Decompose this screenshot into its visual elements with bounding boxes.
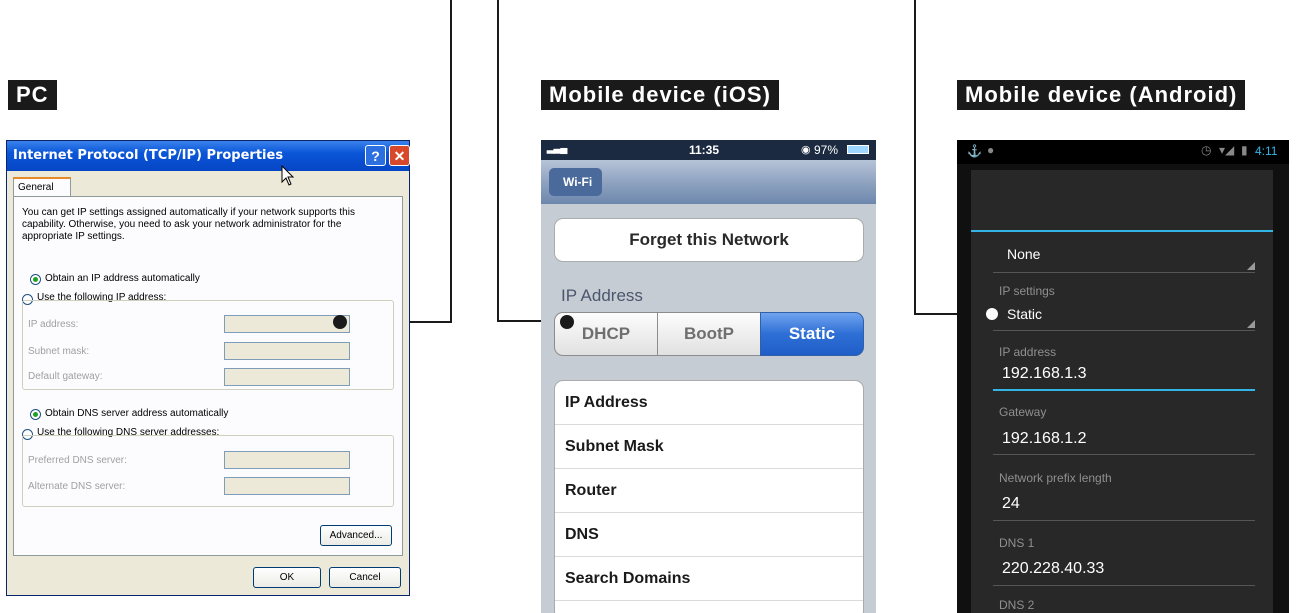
ip-address-label: IP address	[999, 345, 1057, 359]
ios-navigation-bar: Wi-Fi	[541, 160, 876, 204]
prefix-length-label: Network prefix length	[999, 471, 1112, 485]
ip-address-label: IP address:	[28, 319, 79, 330]
android-status-time: 4:11	[1255, 144, 1278, 158]
location-icon: ◉	[801, 144, 811, 156]
ip-settings-table: IP Address Subnet Mask Router DNS Search…	[554, 380, 864, 613]
prefix-length-field[interactable]: 24	[1002, 495, 1020, 513]
usb-icon: ⚓	[967, 144, 982, 158]
ios-status-bar: ▂▃▄ 11:35 ◉ 97%	[541, 140, 876, 160]
ip-settings-dropdown-icon[interactable]	[1247, 320, 1255, 328]
description-text: You can get IP settings assigned automat…	[22, 207, 355, 242]
ip-address-section-label: IP Address	[561, 286, 643, 305]
row-router[interactable]: Router	[555, 469, 863, 513]
obtain-ip-label: Obtain an IP address automatically	[45, 273, 200, 284]
obtain-dns-label: Obtain DNS server address automatically	[45, 408, 229, 419]
row-search-domains[interactable]: Search Domains	[555, 557, 863, 601]
dialog-title-divider	[971, 230, 1273, 232]
android-section-label: Mobile device (Android)	[957, 80, 1246, 110]
ios-connector-vertical	[497, 0, 499, 322]
alternate-dns-field[interactable]	[224, 477, 350, 495]
preferred-dns-field[interactable]	[224, 451, 350, 469]
help-button[interactable]: ?	[365, 145, 386, 166]
dialog-titlebar[interactable]: Internet Protocol (TCP/IP) Properties	[7, 141, 409, 171]
gateway-label: Gateway	[999, 405, 1047, 419]
ip-address-field[interactable]	[224, 315, 350, 333]
proxy-spinner-underline[interactable]	[993, 272, 1255, 273]
ip-settings-spinner-underline[interactable]	[993, 330, 1255, 331]
ip-settings-label: IP settings	[999, 284, 1055, 298]
general-tab-pane: You can get IP settings assigned automat…	[13, 196, 403, 556]
close-button[interactable]: ✕	[389, 145, 410, 166]
android-status-bar: ⚓ ● ◷ ▾◢ ▮ 4:11	[957, 140, 1289, 164]
battery-icon	[847, 145, 869, 154]
tab-general[interactable]: General	[13, 177, 71, 197]
android-connector-vertical	[914, 0, 916, 315]
advanced-button[interactable]: Advanced...	[320, 525, 392, 546]
row-ip-address[interactable]: IP Address	[555, 381, 863, 425]
preferred-dns-label: Preferred DNS server:	[28, 455, 127, 466]
prefix-length-underline	[993, 520, 1255, 521]
subnet-mask-label: Subnet mask:	[28, 346, 90, 357]
dns1-label: DNS 1	[999, 536, 1035, 550]
ios-section-label: Mobile device (iOS)	[541, 80, 779, 110]
android-screen: ⚓ ● ◷ ▾◢ ▮ 4:11 None IP settings Static …	[957, 140, 1289, 613]
pc-connector-vertical	[450, 0, 452, 323]
dns1-field[interactable]: 220.228.40.33	[1002, 560, 1104, 578]
dialog-title: Internet Protocol (TCP/IP) Properties	[13, 148, 284, 163]
obtain-ip-radio[interactable]	[30, 274, 41, 285]
proxy-dropdown-icon[interactable]	[1247, 262, 1255, 270]
pc-connector-dot-overlay	[333, 315, 347, 329]
ios-status-time: 11:35	[689, 143, 720, 157]
row-subnet-mask[interactable]: Subnet Mask	[555, 425, 863, 469]
segment-static[interactable]: Static	[760, 312, 864, 356]
tcpip-properties-dialog: Internet Protocol (TCP/IP) Properties ? …	[6, 140, 410, 596]
default-gateway-label: Default gateway:	[28, 371, 103, 382]
row-dns[interactable]: DNS	[555, 513, 863, 557]
proxy-value: None	[1007, 246, 1041, 262]
obtain-dns-radio[interactable]	[30, 409, 41, 420]
ios-screen: ▂▃▄ 11:35 ◉ 97% Wi-Fi Forget this Networ…	[541, 140, 876, 613]
forget-network-button[interactable]: Forget this Network	[554, 218, 864, 262]
alternate-dns-label: Alternate DNS server:	[28, 481, 126, 492]
pc-section-label: PC	[8, 80, 57, 110]
gateway-underline	[993, 454, 1255, 455]
segment-bootp[interactable]: BootP	[657, 312, 761, 356]
ip-address-field[interactable]: 192.168.1.3	[1002, 365, 1087, 383]
subnet-mask-field[interactable]	[224, 342, 350, 360]
battery-icon: ▮	[1241, 143, 1248, 157]
ip-settings-value: Static	[1007, 306, 1043, 322]
cancel-button[interactable]: Cancel	[329, 567, 401, 588]
mouse-cursor-icon	[281, 165, 295, 186]
chat-icon: ●	[987, 143, 995, 157]
default-gateway-field[interactable]	[224, 368, 350, 386]
dns1-underline	[993, 585, 1255, 586]
wifi-back-button[interactable]: Wi-Fi	[549, 168, 603, 196]
gateway-field[interactable]: 192.168.1.2	[1002, 430, 1087, 448]
dns-group	[22, 435, 394, 507]
wifi-signal-icon: ▾◢	[1219, 143, 1235, 157]
signal-icon: ▂▃▄	[547, 143, 567, 154]
android-connector-dot	[986, 308, 998, 320]
ios-battery-percent: 97%	[814, 143, 839, 157]
ios-connector-dot	[560, 315, 574, 329]
ok-button[interactable]: OK	[253, 567, 321, 588]
dns2-label: DNS 2	[999, 598, 1035, 612]
ip-address-underline	[993, 389, 1255, 391]
alarm-icon: ◷	[1201, 143, 1212, 157]
